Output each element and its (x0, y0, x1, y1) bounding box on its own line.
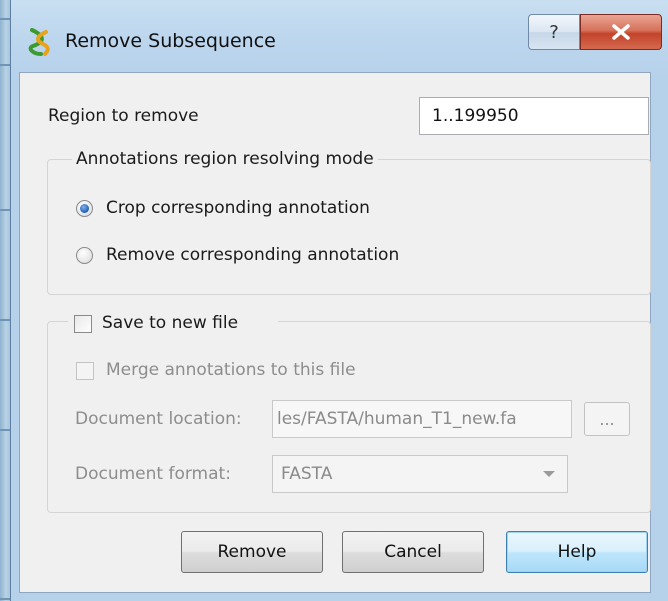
merge-annotations-checkbox[interactable] (76, 362, 94, 380)
ugene-helix-icon (28, 28, 50, 56)
chevron-down-icon (543, 471, 555, 477)
remove-annotation-label[interactable]: Remove corresponding annotation (106, 245, 399, 265)
annotations-mode-group (47, 159, 651, 295)
title-close-button[interactable] (580, 14, 662, 50)
help-button[interactable]: Help (506, 531, 648, 573)
document-format-label: Document format: (75, 464, 231, 484)
document-format-value: FASTA (281, 464, 333, 484)
crop-annotation-label[interactable]: Crop corresponding annotation (106, 198, 370, 218)
save-to-new-file-label[interactable]: Save to new file (102, 313, 238, 333)
annotations-mode-group-title: Annotations region resolving mode (72, 149, 378, 169)
browse-location-button[interactable]: ... (584, 402, 630, 436)
region-label: Region to remove (48, 106, 199, 126)
document-location-label: Document location: (75, 409, 242, 429)
document-location-input[interactable] (272, 400, 572, 438)
remove-button[interactable]: Remove (181, 531, 323, 573)
background-window-edge (0, 0, 10, 601)
document-format-select[interactable]: FASTA (272, 455, 568, 493)
dialog-title: Remove Subsequence (65, 30, 276, 52)
title-help-button[interactable]: ? (528, 14, 580, 50)
close-x-icon (612, 24, 630, 40)
question-mark-icon: ? (549, 21, 559, 43)
cancel-button[interactable]: Cancel (342, 531, 484, 573)
remove-subsequence-dialog: Remove Subsequence ? Region to remove An… (10, 0, 668, 601)
save-to-new-file-checkbox[interactable] (74, 315, 92, 333)
dialog-body: Region to remove Annotations region reso… (19, 72, 651, 593)
merge-annotations-label: Merge annotations to this file (106, 360, 356, 380)
region-input[interactable] (419, 97, 649, 135)
remove-annotation-radio[interactable] (76, 247, 93, 264)
crop-annotation-radio[interactable] (76, 200, 93, 217)
title-bar[interactable]: Remove Subsequence ? (11, 0, 662, 70)
